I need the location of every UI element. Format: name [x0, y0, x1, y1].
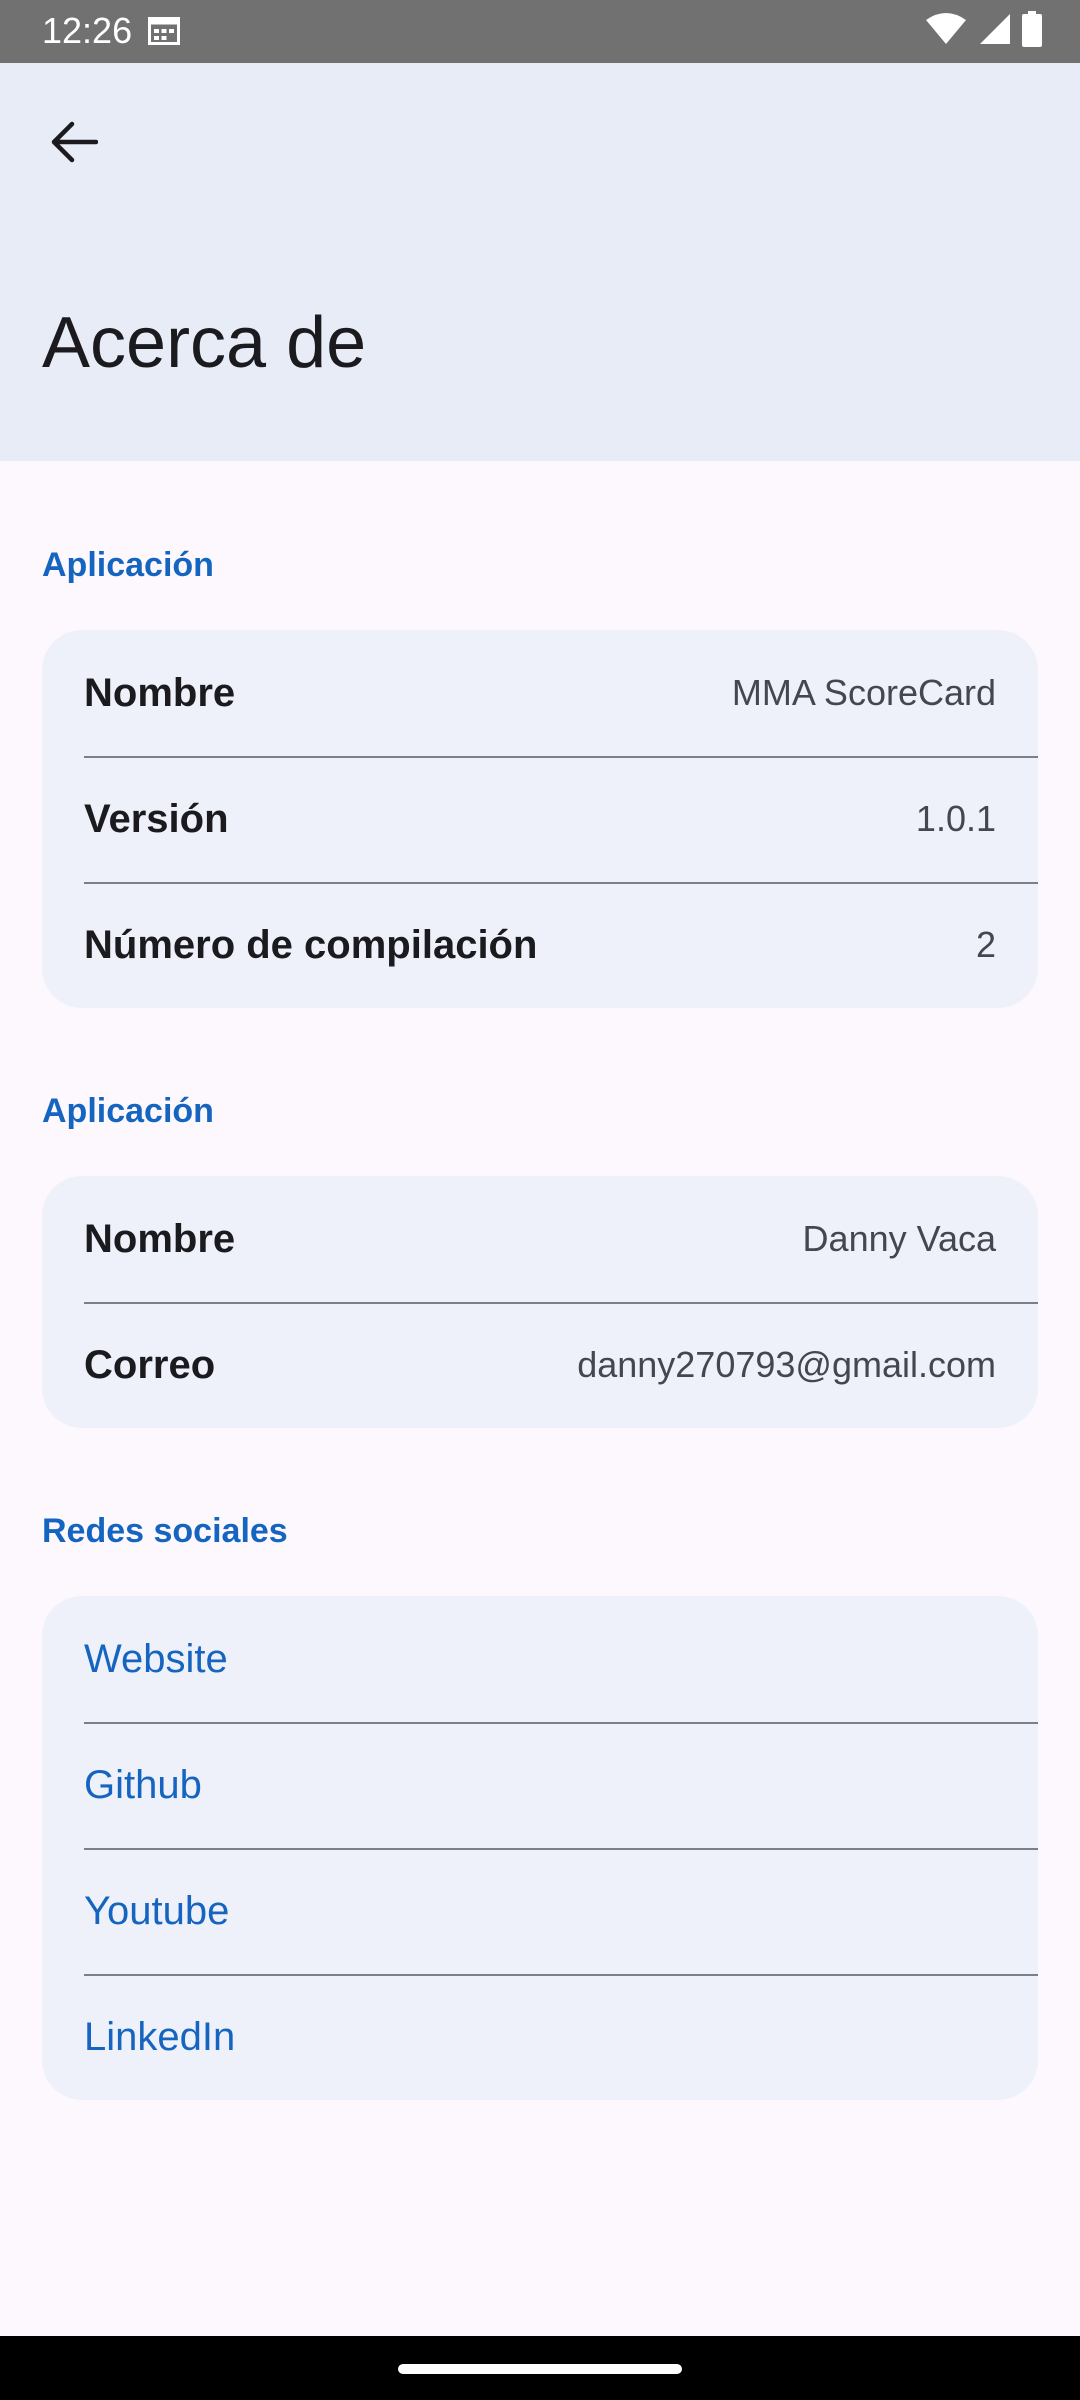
app-build-row: Número de compilación 2 [42, 882, 1038, 1008]
row-value: danny270793@gmail.com [577, 1344, 996, 1385]
app-bar [0, 63, 1080, 461]
calendar-icon [148, 17, 180, 45]
row-key: Nombre [84, 670, 236, 715]
signal-icon [978, 12, 1010, 51]
page-title: Acerca de [42, 303, 367, 383]
status-bar: 12:26 [0, 0, 1080, 63]
youtube-link[interactable]: Youtube [42, 1848, 1038, 1974]
row-value: 2 [975, 924, 996, 965]
social-links-card: Website Github Youtube LinkedIn [42, 1596, 1038, 2100]
link-label: Website [84, 1636, 228, 1681]
row-value: MMA ScoreCard [731, 672, 996, 713]
author-info-card: Nombre Danny Vaca Correo danny270793@gma… [42, 1176, 1038, 1428]
row-key: Correo [84, 1342, 216, 1387]
row-key: Nombre [84, 1216, 236, 1261]
battery-icon [1022, 10, 1042, 52]
wifi-icon [926, 12, 966, 51]
section-label-application: Aplicación [42, 546, 214, 584]
linkedin-link[interactable]: LinkedIn [42, 1974, 1038, 2100]
link-label: Github [84, 1762, 202, 1807]
row-key: Versión [84, 796, 229, 841]
website-link[interactable]: Website [42, 1596, 1038, 1722]
row-key: Número de compilación [84, 922, 538, 967]
link-label: Youtube [84, 1888, 230, 1933]
link-label: LinkedIn [84, 2014, 236, 2059]
section-label-author: Aplicación [42, 1092, 214, 1130]
row-value: Danny Vaca [802, 1218, 996, 1259]
app-name-row: Nombre MMA ScoreCard [42, 630, 1038, 756]
home-indicator[interactable] [398, 2364, 682, 2374]
row-value: 1.0.1 [915, 798, 996, 839]
author-email-row: Correo danny270793@gmail.com [42, 1302, 1038, 1428]
github-link[interactable]: Github [42, 1722, 1038, 1848]
section-label-social: Redes sociales [42, 1512, 288, 1550]
arrow-left-icon [50, 120, 99, 169]
back-button[interactable] [34, 104, 114, 184]
application-info-card: Nombre MMA ScoreCard Versión 1.0.1 Númer… [42, 630, 1038, 1008]
app-version-row: Versión 1.0.1 [42, 756, 1038, 882]
author-name-row: Nombre Danny Vaca [42, 1176, 1038, 1302]
status-time: 12:26 [42, 10, 133, 51]
